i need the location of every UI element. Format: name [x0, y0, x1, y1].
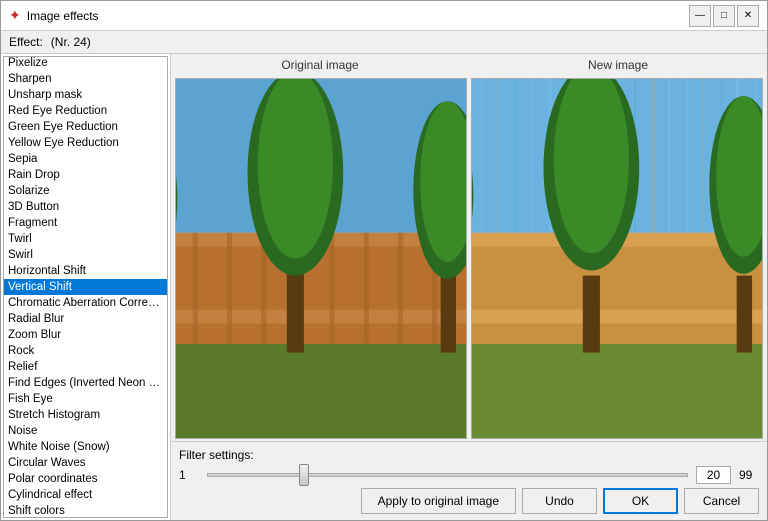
close-button[interactable]: ✕ [737, 5, 759, 27]
images-area [171, 76, 767, 441]
undo-button[interactable]: Undo [522, 488, 597, 514]
effect-item[interactable]: Rain Drop [4, 167, 167, 183]
main-content: BlurGaussian BlurFast Gaussian BlurBlur … [1, 54, 767, 520]
effect-item[interactable]: Find Edges (Inverted Neon edge [4, 375, 167, 391]
original-image-svg [176, 79, 466, 438]
cancel-button[interactable]: Cancel [684, 488, 759, 514]
minimize-button[interactable]: — [689, 5, 711, 27]
effect-item[interactable]: Sharpen [4, 71, 167, 87]
effect-item[interactable]: Unsharp mask [4, 87, 167, 103]
effect-row: Effect: (Nr. 24) [1, 31, 767, 54]
effect-item[interactable]: Shift colors [4, 503, 167, 518]
effect-item[interactable]: Stretch Histogram [4, 407, 167, 423]
effect-item[interactable]: Radial Blur [4, 311, 167, 327]
effect-item[interactable]: Twirl [4, 231, 167, 247]
effect-label: Effect: [9, 35, 43, 49]
effects-list[interactable]: BlurGaussian BlurFast Gaussian BlurBlur … [3, 56, 168, 518]
effect-item[interactable]: Circular Waves [4, 455, 167, 471]
effect-item[interactable]: Sepia [4, 151, 167, 167]
effect-item[interactable]: Horizontal Shift [4, 263, 167, 279]
effect-item[interactable]: Cylindrical effect [4, 487, 167, 503]
effect-item[interactable]: Fragment [4, 215, 167, 231]
effect-item[interactable]: Chromatic Aberration Correction [4, 295, 167, 311]
title-bar: ✦ Image effects — □ ✕ [1, 1, 767, 31]
slider-min: 1 [179, 468, 199, 482]
title-controls: — □ ✕ [689, 5, 759, 27]
effect-item[interactable]: White Noise (Snow) [4, 439, 167, 455]
effect-value: (Nr. 24) [51, 35, 91, 49]
effect-item[interactable]: Yellow Eye Reduction [4, 135, 167, 151]
filter-slider[interactable] [207, 473, 688, 477]
original-image-box [175, 78, 467, 439]
maximize-button[interactable]: □ [713, 5, 735, 27]
ok-button[interactable]: OK [603, 488, 678, 514]
slider-row: 1 20 99 [179, 466, 759, 484]
slider-value[interactable]: 20 [696, 466, 731, 484]
effect-item[interactable]: Pixelize [4, 56, 167, 71]
app-icon: ✦ [9, 7, 21, 24]
left-panel: BlurGaussian BlurFast Gaussian BlurBlur … [1, 54, 171, 520]
effect-item[interactable]: Red Eye Reduction [4, 103, 167, 119]
new-image-label: New image [469, 54, 767, 76]
buttons-row: Apply to original image Undo OK Cancel [179, 488, 759, 514]
right-panel: Original image New image [171, 54, 767, 520]
effect-item[interactable]: Polar coordinates [4, 471, 167, 487]
main-window: ✦ Image effects — □ ✕ Effect: (Nr. 24) B… [0, 0, 768, 521]
effect-item[interactable]: Green Eye Reduction [4, 119, 167, 135]
effect-item[interactable]: Fish Eye [4, 391, 167, 407]
effect-item[interactable]: Vertical Shift [4, 279, 167, 295]
effect-item[interactable]: Zoom Blur [4, 327, 167, 343]
effect-item[interactable]: Rock [4, 343, 167, 359]
effect-item[interactable]: Swirl [4, 247, 167, 263]
new-image-box [471, 78, 763, 439]
effect-item[interactable]: Relief [4, 359, 167, 375]
slider-max: 99 [739, 468, 759, 482]
effect-item[interactable]: 3D Button [4, 199, 167, 215]
window-title: Image effects [27, 9, 99, 23]
bottom-panel: Filter settings: 1 20 99 Apply to origin… [171, 441, 767, 520]
original-image-label: Original image [171, 54, 469, 76]
new-image-svg [472, 79, 762, 438]
images-header: Original image New image [171, 54, 767, 76]
title-bar-left: ✦ Image effects [9, 7, 99, 24]
apply-button[interactable]: Apply to original image [361, 488, 516, 514]
effect-item[interactable]: Noise [4, 423, 167, 439]
effect-item[interactable]: Solarize [4, 183, 167, 199]
filter-settings-label: Filter settings: [179, 448, 759, 462]
